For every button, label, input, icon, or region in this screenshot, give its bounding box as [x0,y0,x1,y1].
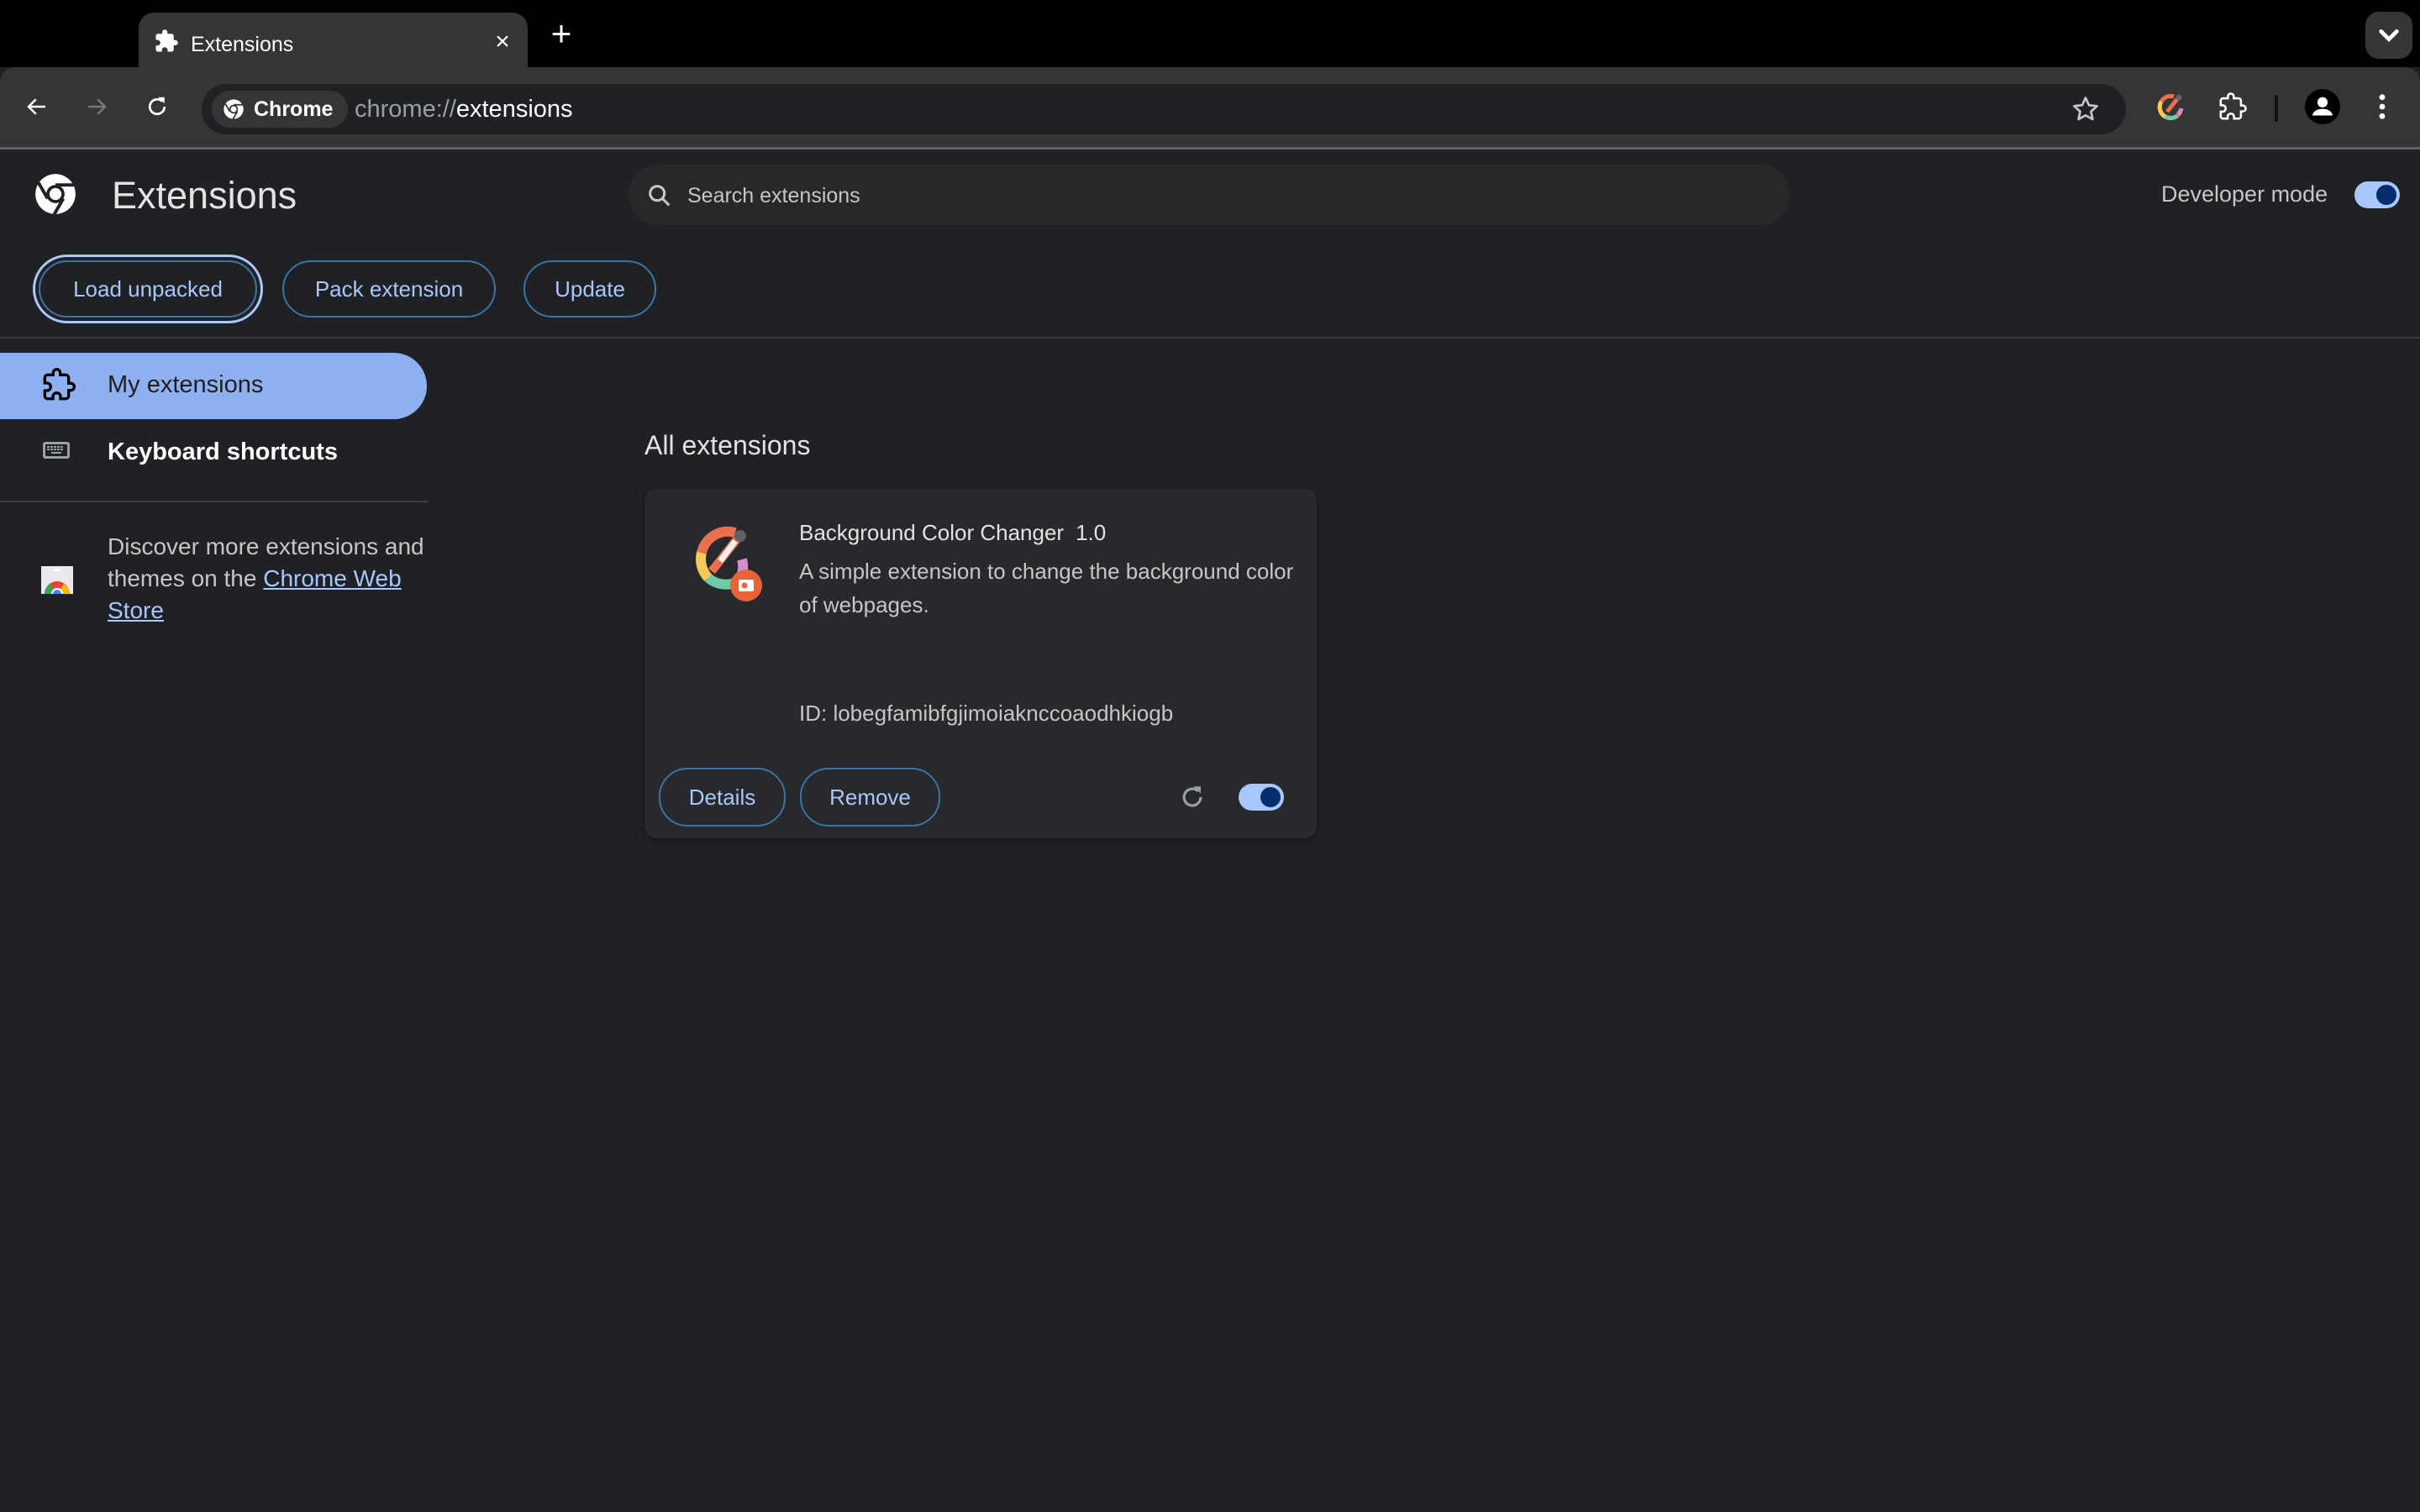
update-button[interactable]: Update [523,260,656,318]
address-bar[interactable]: Chrome chrome://extensions [202,84,2126,134]
new-tab-button[interactable]: + [544,16,578,51]
chip-label: Chrome [254,97,334,121]
sidebar-item-label: Keyboard shortcuts [108,438,338,465]
extension-description: A simple extension to change the backgro… [799,559,1294,617]
search-input[interactable] [686,176,1765,215]
extension-name-row: Background Color Changer 1.0 [799,520,1106,546]
chrome-menu-button[interactable] [2361,86,2403,128]
extension-name: Background Color Changer [799,520,1065,545]
sidebar-divider [0,501,429,502]
search-box[interactable] [629,165,1790,225]
keyboard-icon [43,442,70,459]
extension-id: ID: lobegfamibfgjimoiaknccoaodhkiogb [799,701,1174,726]
profile-button[interactable] [2302,86,2344,128]
developer-mode-label: Developer mode [2161,181,2328,207]
tab-title: Extensions [191,33,294,56]
url-text: chrome://extensions [355,96,573,123]
toolbar-separator [2275,95,2278,122]
extension-card: Background Color Changer 1.0 A simple ext… [644,489,1317,838]
pack-extension-button[interactable]: Pack extension [282,260,496,318]
forward-button[interactable] [76,86,118,128]
reload-icon [148,97,166,116]
back-arrow-icon [27,98,45,115]
section-title: All extensions [644,430,811,460]
search-icon [649,185,671,207]
puzzle-icon [2219,92,2247,120]
load-unpacked-button[interactable]: Load unpacked [39,260,257,318]
puzzle-icon [43,368,76,401]
avatar-icon [2305,89,2340,124]
chrome-logo-icon [224,99,244,120]
plus-icon: + [550,13,572,53]
forward-arrow-icon [88,98,107,115]
toggle-knob [2376,185,2396,205]
page-title: Extensions [112,174,297,217]
chrome-logo-icon [35,174,76,216]
chrome-web-store-icon [41,566,73,594]
extension-version: 1.0 [1076,520,1107,545]
header-divider [0,337,2420,339]
url-host: extensions [455,96,573,123]
url-scheme: chrome:// [355,96,456,123]
extension-action-button[interactable] [2149,86,2191,128]
sidebar-item-label: My extensions [108,371,264,398]
back-button[interactable] [16,86,58,128]
sidebar-item-my-extensions[interactable]: My extensions [0,353,427,419]
color-changer-icon [696,526,762,601]
reload-icon[interactable] [1178,783,1207,811]
color-picker-icon [2157,93,2184,121]
details-button[interactable]: Details [659,768,786,827]
sidebar-item-keyboard-shortcuts[interactable]: Keyboard shortcuts [0,420,427,486]
toggle-knob [1260,787,1281,807]
tab-search-button[interactable] [2365,12,2412,59]
extensions-menu-button[interactable] [2212,86,2254,128]
developer-mode-toggle[interactable] [2354,181,2400,208]
chevron-down-icon [2379,29,2399,42]
puzzle-icon [155,29,178,52]
kebab-menu-icon [2379,94,2386,119]
extension-enable-toggle[interactable] [1239,784,1284,811]
tab-extensions[interactable]: Extensions × [139,13,528,71]
close-icon[interactable]: × [488,28,517,56]
site-info-chip[interactable]: Chrome [212,91,349,128]
star-icon[interactable] [2070,94,2101,124]
reload-button[interactable] [136,86,178,128]
discover-text: Discover more extensions and themes on t… [108,531,427,627]
remove-button[interactable]: Remove [800,768,940,827]
